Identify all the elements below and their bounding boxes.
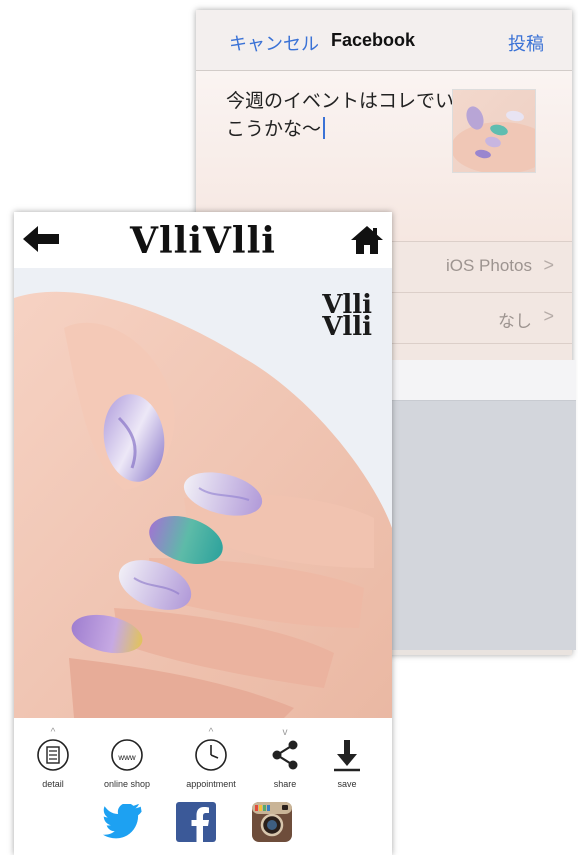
clock-icon [195, 739, 227, 771]
save-button[interactable]: save [312, 728, 382, 789]
share-sheet-title: Facebook [331, 30, 416, 50]
attached-photo-thumbnail [452, 89, 536, 173]
social-share-bar [14, 798, 392, 855]
home-icon[interactable] [350, 225, 384, 255]
detail-label: detail [42, 779, 64, 789]
appointment-label: appointment [186, 779, 236, 789]
share-button[interactable]: v share [250, 728, 320, 789]
facebook-icon[interactable] [176, 802, 216, 842]
save-label: save [337, 779, 357, 789]
vllivlli-app-screen: VlliVlli Vlli Vlli ^ detail www online s… [14, 212, 392, 855]
album-value: iOS Photos [446, 256, 532, 275]
detail-icon [37, 739, 69, 771]
instagram-icon[interactable] [252, 802, 292, 842]
nail-art-photo: Vlli Vlli [14, 268, 392, 718]
chevron-right-icon: > [543, 306, 554, 326]
chevron-up-icon: ^ [208, 727, 214, 738]
app-header: VlliVlli [14, 212, 392, 268]
action-toolbar: ^ detail www online shop ^ appointment v… [14, 718, 392, 798]
twitter-icon[interactable] [102, 804, 146, 842]
appointment-button[interactable]: ^ appointment [176, 727, 246, 790]
share-message-input[interactable]: 今週のイベントはコレでいこうかな〜 [226, 87, 456, 143]
detail-button[interactable]: ^ detail [18, 728, 88, 789]
post-button[interactable]: 投稿 [508, 30, 544, 56]
share-message-text: 今週のイベントはコレでいこうかな〜 [226, 90, 455, 140]
chevron-down-icon: v [282, 727, 288, 738]
download-icon [334, 740, 360, 772]
online-shop-label: online shop [103, 779, 151, 789]
photo-logo-line2: Vlli [322, 312, 372, 342]
online-shop-icon-text: www [118, 753, 136, 762]
chevron-right-icon: > [543, 255, 554, 275]
online-shop-button[interactable]: www online shop [92, 728, 162, 789]
location-value: なし [498, 312, 532, 331]
chevron-up-icon: ^ [50, 727, 56, 738]
text-cursor [323, 117, 326, 139]
share-label: share [273, 779, 297, 789]
share-icon [272, 740, 298, 770]
cancel-button[interactable]: キャンセル [229, 30, 319, 56]
photo-watermark-logo: Vlli Vlli [322, 292, 372, 342]
brand-logo: VlliVlli [130, 220, 276, 262]
share-sheet-header: キャンセル Facebook 投稿 [196, 10, 572, 71]
